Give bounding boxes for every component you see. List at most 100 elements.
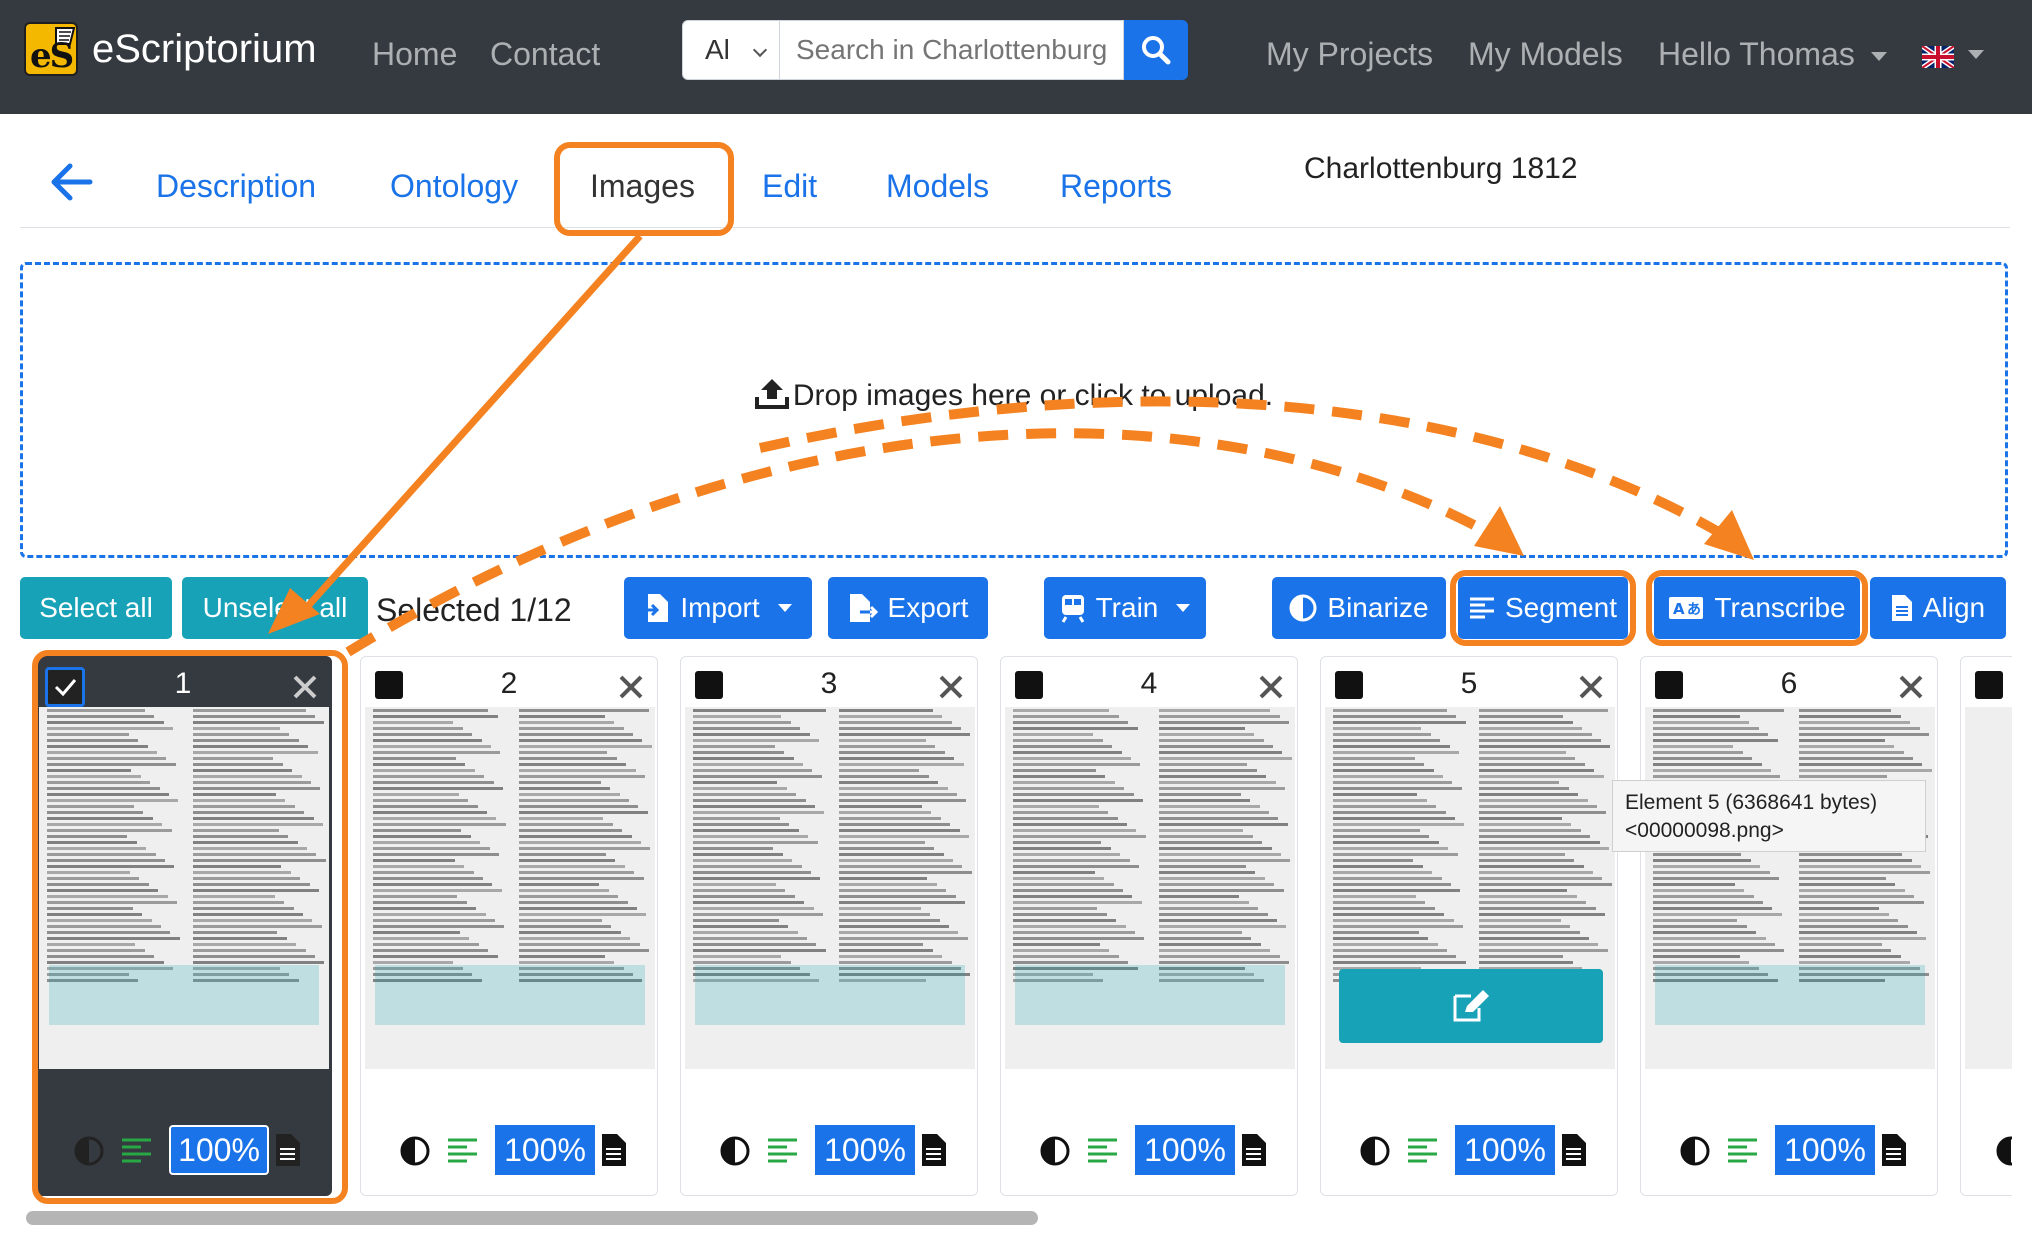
transcribe-label: Transcribe <box>1714 592 1846 623</box>
page-thumbnail[interactable] <box>365 707 655 1069</box>
selected-count: Selected 1/12 <box>376 592 572 628</box>
chevron-down-icon <box>752 42 768 58</box>
binarize-status-icon[interactable] <box>73 1135 105 1172</box>
dropzone-label: Drop images here or click to upload. <box>23 377 2005 413</box>
search-icon <box>1142 36 1171 65</box>
tab-description[interactable]: Description <box>156 168 316 205</box>
binarize-status-icon[interactable] <box>1039 1135 1071 1172</box>
nav-home[interactable]: Home <box>372 36 457 73</box>
train-button[interactable]: Train <box>1044 577 1206 639</box>
nav-my-models[interactable]: My Models <box>1468 36 1623 73</box>
close-icon[interactable] <box>1897 673 1925 706</box>
select-all-button[interactable]: Select all <box>20 577 172 639</box>
binarize-status-icon[interactable] <box>1679 1135 1711 1172</box>
file-text-icon[interactable] <box>921 1133 947 1172</box>
image-card-5[interactable]: 5 100% <box>1320 656 1618 1196</box>
file-text-icon[interactable] <box>275 1133 301 1172</box>
segment-status-icon[interactable] <box>121 1137 153 1170</box>
binarize-button[interactable]: Binarize <box>1272 577 1446 639</box>
close-icon[interactable] <box>617 673 645 706</box>
tab-reports[interactable]: Reports <box>1060 168 1172 205</box>
edit-overlay[interactable] <box>1015 965 1285 1025</box>
segment-button[interactable]: Segment <box>1458 577 1628 639</box>
card-select-checkbox[interactable] <box>1975 671 2003 699</box>
close-icon[interactable] <box>291 673 319 706</box>
scrollbar-thumb[interactable] <box>26 1211 1038 1225</box>
export-button[interactable]: Export <box>828 577 988 639</box>
document-title: Charlottenburg 1812 <box>1304 152 1578 185</box>
binarize-label: Binarize <box>1327 592 1429 623</box>
segment-status-icon[interactable] <box>767 1137 799 1170</box>
document-tabs: Description Ontology Images Edit Models … <box>20 140 2010 228</box>
element-tooltip: Element 5 (6368641 bytes) <00000098.png> <box>1612 780 1926 852</box>
card-number: 1 <box>174 667 192 700</box>
image-card-1[interactable]: 1 100% <box>34 656 332 1196</box>
binarize-status-icon[interactable] <box>399 1135 431 1172</box>
file-text-icon[interactable] <box>1561 1133 1587 1172</box>
page-thumbnail[interactable] <box>39 707 329 1069</box>
user-menu[interactable]: Hello Thomas <box>1658 36 1887 73</box>
file-text-icon[interactable] <box>601 1133 627 1172</box>
language-caret-icon[interactable] <box>1968 50 1984 59</box>
transcription-percent[interactable]: 100% <box>169 1125 269 1175</box>
search-scope-select[interactable]: Al <box>682 20 780 80</box>
escriptorium-logo-icon: eS <box>24 22 78 76</box>
edit-page-button[interactable] <box>1339 969 1603 1043</box>
search-input[interactable] <box>780 20 1124 80</box>
page-thumbnail[interactable] <box>1005 707 1295 1069</box>
file-text-icon[interactable] <box>1241 1133 1267 1172</box>
uk-flag-icon[interactable] <box>1922 46 1954 68</box>
nav-my-projects[interactable]: My Projects <box>1266 36 1433 73</box>
align-button[interactable]: Align <box>1870 577 2006 639</box>
binarize-status-icon[interactable] <box>1995 1135 2012 1172</box>
close-icon[interactable] <box>1577 673 1605 706</box>
edit-overlay[interactable] <box>1655 965 1925 1025</box>
tab-models[interactable]: Models <box>886 168 989 205</box>
transcription-percent[interactable]: 100% <box>1135 1125 1235 1175</box>
close-icon[interactable] <box>937 673 965 706</box>
edit-overlay[interactable] <box>375 965 645 1025</box>
tab-ontology[interactable]: Ontology <box>390 168 518 205</box>
card-number: 5 <box>1460 667 1478 700</box>
segment-status-icon[interactable] <box>1727 1137 1759 1170</box>
image-cards: 1 100% 2 100% 3 100% 4 100% 5 100% 6 100% <box>20 656 2012 1204</box>
import-button[interactable]: Import <box>624 577 812 639</box>
unselect-all-button[interactable]: Unselect all <box>182 577 368 639</box>
segment-status-icon[interactable] <box>447 1137 479 1170</box>
upload-dropzone[interactable]: Drop images here or click to upload. <box>20 262 2008 558</box>
image-card-6[interactable]: 6 100% <box>1640 656 1938 1196</box>
edit-overlay[interactable] <box>49 965 319 1025</box>
tab-edit[interactable]: Edit <box>762 168 817 205</box>
transcription-percent[interactable]: 100% <box>1455 1125 1555 1175</box>
transcription-percent[interactable]: 100% <box>1775 1125 1875 1175</box>
close-icon[interactable] <box>1257 673 1285 706</box>
transcribe-button[interactable]: Aあ Transcribe <box>1654 577 1860 639</box>
page-thumbnail[interactable] <box>1325 707 1615 1069</box>
page-thumbnail[interactable] <box>1645 707 1935 1069</box>
back-arrow-icon[interactable] <box>50 162 94 207</box>
card-tools: 100% <box>1321 1125 1617 1177</box>
transcription-percent[interactable]: 100% <box>495 1125 595 1175</box>
caret-down-icon <box>1176 604 1191 612</box>
binarize-status-icon[interactable] <box>1359 1135 1391 1172</box>
search-button[interactable] <box>1124 20 1188 80</box>
image-card-2[interactable]: 2 100% <box>360 656 658 1196</box>
page-thumbnail[interactable] <box>1965 707 2012 1069</box>
segment-status-icon[interactable] <box>1407 1137 1439 1170</box>
transcription-percent[interactable]: 100% <box>815 1125 915 1175</box>
nav-contact[interactable]: Contact <box>490 36 600 73</box>
binarize-status-icon[interactable] <box>719 1135 751 1172</box>
edit-overlay[interactable] <box>695 965 965 1025</box>
train-label: Train <box>1095 592 1159 623</box>
brand[interactable]: eS eScriptorium <box>24 22 317 76</box>
file-text-icon <box>1891 594 1913 622</box>
svg-text:A: A <box>1673 600 1685 618</box>
logo-text: eS <box>30 36 74 76</box>
image-card-4[interactable]: 4 100% <box>1000 656 1298 1196</box>
file-text-icon[interactable] <box>1881 1133 1907 1172</box>
page-thumbnail[interactable] <box>685 707 975 1069</box>
tab-images[interactable]: Images <box>590 168 695 205</box>
segment-status-icon[interactable] <box>1087 1137 1119 1170</box>
image-card-partial[interactable] <box>1960 656 2012 1196</box>
image-card-3[interactable]: 3 100% <box>680 656 978 1196</box>
